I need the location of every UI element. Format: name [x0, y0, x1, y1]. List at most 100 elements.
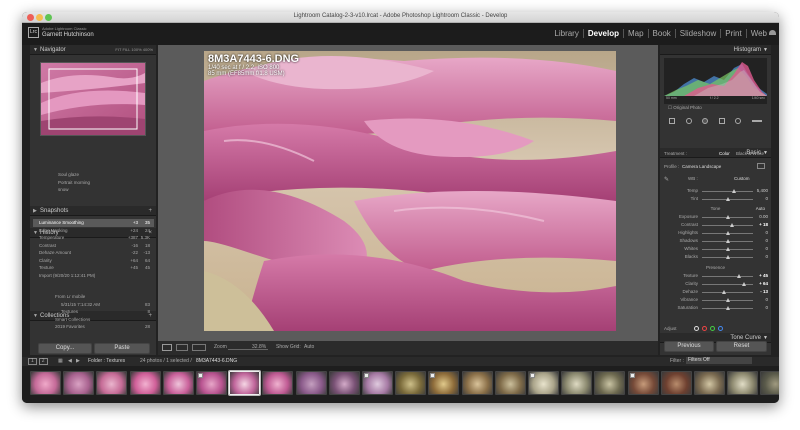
slider-texture[interactable]: Texture + 45 [660, 272, 771, 280]
module-slideshow[interactable]: Slideshow [676, 29, 722, 38]
module-map[interactable]: Map [624, 29, 649, 38]
slider-knob[interactable] [725, 298, 730, 302]
slider-track[interactable] [702, 247, 753, 251]
filmstrip-folder[interactable]: Folder : Textures [88, 358, 125, 364]
slider-knob[interactable] [725, 247, 730, 251]
profile-browser-icon[interactable] [757, 163, 765, 169]
slider-track[interactable] [702, 189, 753, 193]
spot-removal-icon[interactable] [685, 118, 692, 124]
slider-knob[interactable] [736, 274, 741, 278]
slider-saturation[interactable]: Saturation 0 [660, 304, 771, 312]
collection-item[interactable]: Textures 8 [33, 308, 154, 316]
loupe-view[interactable]: 8M3A7443-6.DNG 1/40 sec at f / 2.2, ISO … [158, 45, 658, 341]
filmstrip-thumbnail[interactable] [594, 371, 626, 395]
slider-shadows[interactable]: Shadows 0 [660, 237, 771, 245]
eyedropper-icon[interactable]: ✎ [664, 176, 669, 183]
forward-arrow-icon[interactable]: ▶ [76, 358, 80, 364]
slider-knob[interactable] [725, 306, 730, 310]
history-item[interactable]: Dehaze Amount -22 -13 [33, 249, 154, 257]
filmstrip-thumbnail[interactable] [494, 371, 526, 395]
slider-value[interactable]: 0 [765, 245, 768, 253]
navigator-preview[interactable] [40, 62, 146, 136]
preset-item[interactable]: Portrait morning [36, 179, 154, 187]
filmstrip-thumbnail[interactable] [162, 371, 194, 395]
slider-track[interactable] [702, 282, 753, 286]
slider-tint[interactable]: Tint 0 [660, 195, 771, 203]
collection-item[interactable]: 5/31/15 7:14:32 AM 83 [33, 301, 154, 309]
filmstrip-thumbnail[interactable] [461, 371, 493, 395]
filmstrip-thumbnail[interactable] [627, 371, 659, 395]
profile-dropdown[interactable]: Camera Landscape [682, 164, 721, 169]
slider-knob[interactable] [725, 239, 730, 243]
snapshots-header[interactable]: ▶ Snapshots + [30, 206, 156, 216]
back-arrow-icon[interactable]: ◀ [68, 358, 72, 364]
slider-temp[interactable]: Temp 5,400 [660, 187, 771, 195]
graduated-filter-icon[interactable] [718, 118, 725, 124]
previous-button[interactable]: Previous [664, 341, 714, 352]
collection-item[interactable]: 2019 Favorites 28 [33, 323, 154, 331]
slider-track[interactable] [702, 298, 753, 302]
filmstrip-thumbnail[interactable] [727, 371, 759, 395]
history-item[interactable]: Edge Masking +24 24 [33, 227, 154, 235]
filmstrip-selected-file[interactable]: 8M3A7443-6.DNG [196, 358, 237, 364]
slider-knob[interactable] [741, 282, 746, 286]
slider-value[interactable]: 5,400 [757, 187, 768, 195]
slider-track[interactable] [702, 223, 753, 227]
yx-view-icon[interactable] [176, 344, 188, 351]
history-item[interactable]: Luminance Smoothing +3 35 [33, 219, 154, 227]
filmstrip-thumbnail[interactable] [196, 371, 227, 395]
slider-whites[interactable]: Whites 0 [660, 245, 771, 253]
grid-view-icon[interactable]: ▦ [58, 358, 63, 364]
slider-value[interactable]: 0.00 [759, 213, 768, 221]
filmstrip-thumbnail[interactable] [660, 371, 692, 395]
module-book[interactable]: Book [649, 29, 676, 38]
cloud-icon[interactable] [769, 30, 776, 35]
filmstrip-thumbnail[interactable] [694, 371, 725, 395]
copy-button[interactable]: Copy... [38, 343, 92, 354]
main-photo[interactable] [204, 51, 616, 331]
slider-track[interactable] [702, 290, 753, 294]
slider-knob[interactable] [721, 290, 726, 294]
slider-knob[interactable] [725, 255, 730, 259]
navigator-zoom-options[interactable]: FIT FILL 100% 400% [115, 45, 153, 55]
filmstrip-thumbnail[interactable] [262, 371, 294, 395]
filmstrip-thumbnail[interactable] [30, 371, 61, 395]
slider-blacks[interactable]: Blacks 0 [660, 253, 771, 261]
collection-item[interactable]: Smart Collections [33, 316, 154, 324]
slider-dehaze[interactable]: Dehaze - 13 [660, 288, 771, 296]
loupe-view-icon[interactable] [162, 344, 172, 351]
slider-clarity[interactable]: Clarity + 64 [660, 280, 771, 288]
collection-item[interactable]: From Lr mobile [33, 293, 154, 301]
curve-red-icon[interactable] [702, 326, 707, 331]
crop-tool-icon[interactable] [669, 118, 676, 124]
module-develop[interactable]: Develop [584, 29, 624, 38]
slider-track[interactable] [702, 306, 753, 310]
slider-track[interactable] [702, 274, 753, 278]
filmstrip-thumbnail[interactable] [760, 371, 779, 395]
curve-blue-icon[interactable] [718, 326, 723, 331]
history-item[interactable]: Texture +45 45 [33, 264, 154, 272]
module-library[interactable]: Library [550, 29, 584, 38]
secondary-window-button-2[interactable]: 2 [38, 358, 48, 365]
wb-dropdown[interactable]: Custom [734, 176, 750, 181]
history-item[interactable]: Import (9/20/20 1:12:41 PM) [33, 272, 154, 280]
filmstrip-thumbnail[interactable] [295, 371, 327, 395]
slider-value[interactable]: 0 [765, 253, 768, 261]
treatment-color-option[interactable]: Color [719, 151, 730, 156]
module-print[interactable]: Print [721, 29, 747, 38]
slider-track[interactable] [702, 231, 753, 235]
filmstrip-thumbnail[interactable] [96, 371, 128, 395]
filter-dropdown[interactable]: Filters Off [686, 357, 752, 364]
reset-button[interactable]: Reset [716, 341, 767, 352]
curve-green-icon[interactable] [710, 326, 715, 331]
filmstrip-thumbnail[interactable] [328, 371, 360, 395]
original-photo-checkbox[interactable]: ☐ Original Photo [668, 105, 702, 111]
slider-value[interactable]: + 64 [759, 280, 768, 288]
slider-knob[interactable] [730, 223, 735, 227]
slider-value[interactable]: + 45 [759, 272, 768, 280]
slider-track[interactable] [702, 255, 753, 259]
show-grid-value[interactable]: Auto [304, 344, 314, 350]
slider-track[interactable] [702, 239, 753, 243]
slider-value[interactable]: - 13 [760, 288, 768, 296]
slider-track[interactable] [702, 215, 753, 219]
